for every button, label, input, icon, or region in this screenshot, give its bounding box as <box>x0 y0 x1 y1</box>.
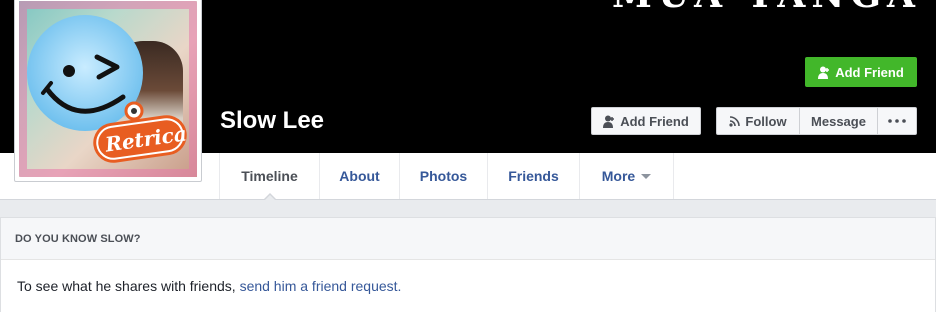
tab-timeline[interactable]: Timeline <box>220 153 320 201</box>
profile-photo-image: Retrica <box>19 1 197 177</box>
ellipsis-icon <box>888 119 906 123</box>
tab-friends-label: Friends <box>508 168 559 184</box>
chevron-down-icon <box>641 174 652 179</box>
add-friend-label: Add Friend <box>620 113 689 129</box>
tab-photos[interactable]: Photos <box>400 153 488 199</box>
follow-button[interactable]: Follow <box>716 107 800 135</box>
tab-photos-label: Photos <box>419 168 468 184</box>
message-button[interactable]: Message <box>799 107 878 135</box>
more-options-button[interactable] <box>877 107 917 135</box>
tab-more[interactable]: More <box>580 153 674 199</box>
card-title: DO YOU KNOW SLOW? <box>1 218 935 260</box>
tab-about-label: About <box>339 168 380 184</box>
tab-friends[interactable]: Friends <box>488 153 580 199</box>
tab-timeline-label: Timeline <box>241 168 298 184</box>
profile-tabs: Timeline About Photos Friends More <box>219 153 674 201</box>
add-friend-button[interactable]: Add Friend <box>591 107 701 135</box>
do-you-know-card: DO YOU KNOW SLOW? To see what he shares … <box>0 217 936 312</box>
cover-text: MUA TANGA <box>612 0 921 16</box>
add-friend-icon <box>603 115 615 128</box>
profile-name[interactable]: Slow Lee <box>220 107 324 135</box>
profile-picture[interactable]: Retrica <box>14 0 202 182</box>
send-friend-request-link[interactable]: send him a friend request. <box>240 278 402 294</box>
photo-border <box>19 1 197 177</box>
add-friend-green-button[interactable]: Add Friend <box>805 57 917 87</box>
card-body: To see what he shares with friends, send… <box>1 260 935 312</box>
add-friend-icon <box>818 66 830 79</box>
card-text: To see what he shares with friends, send… <box>17 278 401 294</box>
follow-label: Follow <box>745 113 787 129</box>
tab-more-label: More <box>601 168 636 184</box>
add-friend-green-label: Add Friend <box>835 64 904 80</box>
message-label: Message <box>811 113 866 129</box>
card-message: To see what he shares with friends, <box>17 278 236 294</box>
tab-about[interactable]: About <box>320 153 400 199</box>
rss-icon <box>729 115 741 127</box>
